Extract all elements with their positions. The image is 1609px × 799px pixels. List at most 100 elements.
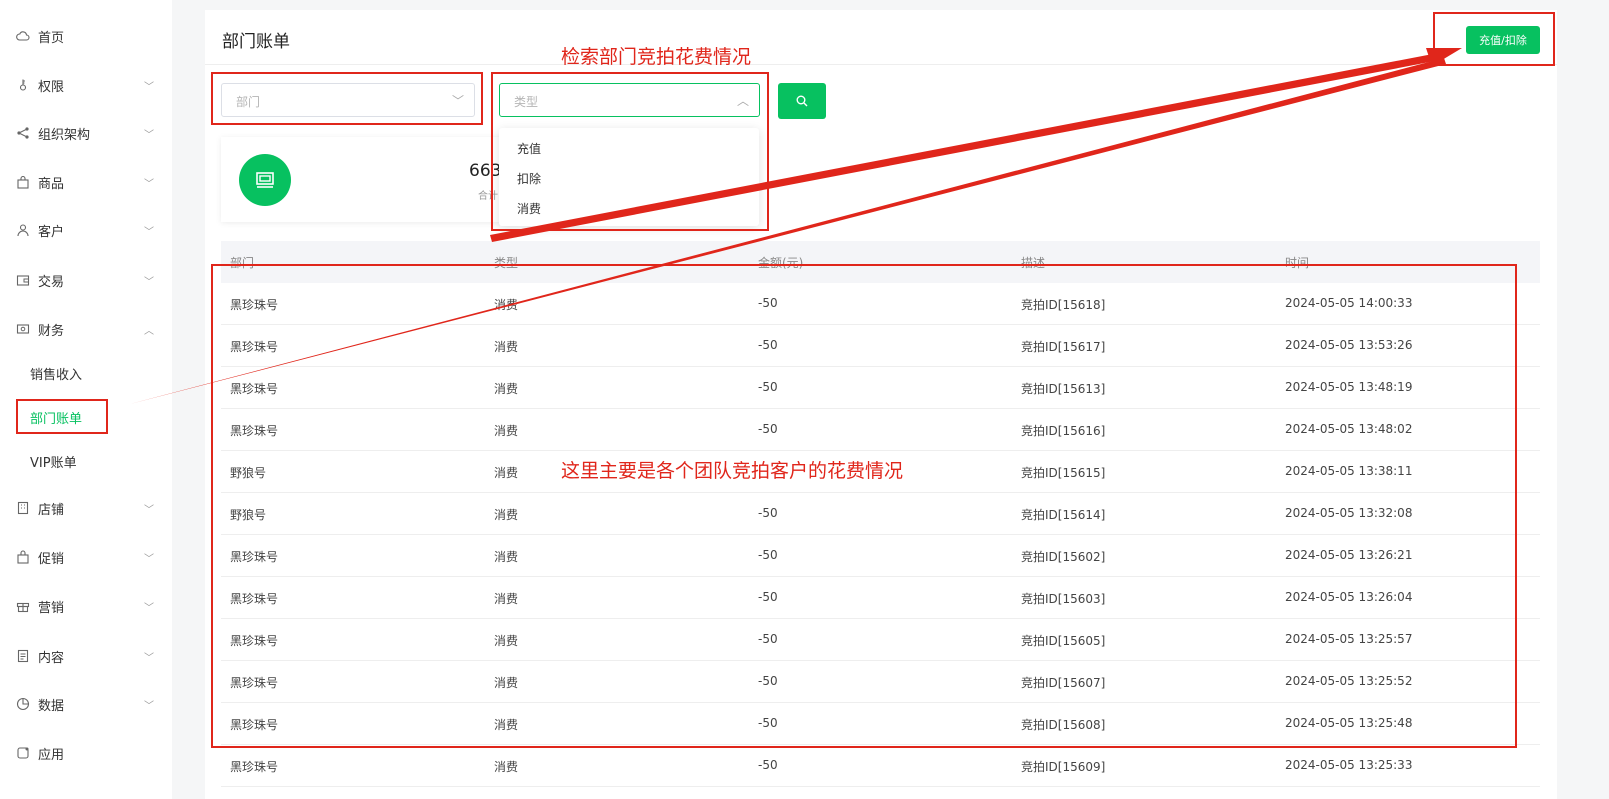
cell-time: 2024-05-05 13:25:33 bbox=[1285, 758, 1413, 772]
cell-time: 2024-05-05 13:48:02 bbox=[1285, 422, 1413, 436]
cell-amount: -50 bbox=[758, 632, 778, 646]
cell-description: 竞拍ID[15615] bbox=[1021, 466, 1106, 480]
user-icon bbox=[16, 223, 30, 237]
search-icon bbox=[796, 95, 808, 107]
sidebar-item-customers[interactable]: 客户 ﹀ bbox=[0, 210, 172, 250]
cell-amount: -50 bbox=[758, 338, 778, 352]
cell-type: 消费 bbox=[494, 298, 519, 312]
sidebar-subitem-sales-income[interactable]: 销售收入 bbox=[0, 355, 172, 391]
cell-type: 消费 bbox=[494, 718, 519, 732]
share-icon bbox=[16, 126, 30, 140]
sidebar-item-transactions[interactable]: 交易 ﹀ bbox=[0, 260, 172, 300]
column-header-type: 类型 bbox=[494, 256, 519, 270]
header-divider bbox=[205, 64, 1557, 65]
key-icon bbox=[16, 78, 30, 92]
cell-time: 2024-05-05 13:32:08 bbox=[1285, 506, 1413, 520]
cell-description: 竞拍ID[15602] bbox=[1021, 550, 1106, 564]
type-option-deduct[interactable]: 扣除 bbox=[517, 170, 541, 187]
department-select[interactable]: 部门 ﹀ bbox=[221, 83, 475, 117]
sidebar-item-finance[interactable]: 财务 ︿ bbox=[0, 309, 172, 349]
cell-type: 消费 bbox=[494, 508, 519, 522]
search-button[interactable] bbox=[778, 83, 826, 119]
cell-description: 竞拍ID[15614] bbox=[1021, 508, 1106, 522]
sidebar-item-home[interactable]: 首页 bbox=[0, 16, 172, 56]
chevron-up-icon: ︿ bbox=[144, 325, 154, 337]
wallet-icon bbox=[16, 273, 30, 287]
stat-label: 合计 bbox=[478, 191, 498, 202]
type-placeholder: 类型 bbox=[514, 95, 539, 109]
cell-amount: -50 bbox=[758, 422, 778, 436]
table-row: 黑珍珠号 消费 -50 竞拍ID[15603] 2024-05-05 13:26:04 bbox=[221, 577, 1540, 619]
sidebar-item-products[interactable]: 商品 ﹀ bbox=[0, 162, 172, 202]
gift-icon bbox=[16, 599, 30, 613]
building-icon bbox=[16, 501, 30, 515]
cloud-icon bbox=[16, 29, 30, 43]
page-title: 部门账单 bbox=[222, 32, 290, 52]
sidebar-subitem-department-bill[interactable]: 部门账单 bbox=[0, 399, 172, 435]
type-option-recharge[interactable]: 充值 bbox=[517, 140, 541, 157]
sidebar-item-label: 客户 bbox=[38, 224, 65, 240]
cell-type: 消费 bbox=[494, 382, 519, 396]
sidebar-item-label: 商品 bbox=[38, 176, 65, 192]
stat-value: 663 bbox=[469, 161, 502, 181]
cell-department: 野狼号 bbox=[230, 508, 267, 522]
sidebar-item-marketing[interactable]: 营销 ﹀ bbox=[0, 586, 172, 626]
recharge-deduct-button[interactable]: 充值/扣除 bbox=[1466, 26, 1540, 54]
cell-department: 黑珍珠号 bbox=[230, 550, 279, 564]
chevron-down-icon: ﹀ bbox=[144, 553, 154, 565]
cell-time: 2024-05-05 13:48:19 bbox=[1285, 380, 1413, 394]
sidebar-subitem-label: VIP账单 bbox=[30, 455, 77, 471]
cell-time: 2024-05-05 13:25:57 bbox=[1285, 632, 1413, 646]
cell-amount: -50 bbox=[758, 674, 778, 688]
type-option-consume[interactable]: 消费 bbox=[517, 200, 541, 217]
chevron-down-icon: ﹀ bbox=[144, 276, 154, 288]
chevron-down-icon: ﹀ bbox=[144, 700, 154, 712]
cell-description: 竞拍ID[15603] bbox=[1021, 592, 1106, 606]
cell-type: 消费 bbox=[494, 634, 519, 648]
cell-department: 黑珍珠号 bbox=[230, 340, 279, 354]
cell-description: 竞拍ID[15607] bbox=[1021, 676, 1106, 690]
cell-department: 黑珍珠号 bbox=[230, 676, 279, 690]
sidebar-subitem-label: 部门账单 bbox=[30, 411, 83, 427]
bag-icon bbox=[16, 175, 30, 189]
column-header-time: 时间 bbox=[1285, 256, 1310, 270]
sidebar-subitem-vip-bill[interactable]: VIP账单 bbox=[0, 443, 172, 479]
main-panel: 部门账单 充值/扣除 部门 ﹀ 类型 ︿ 663 合计 充值 扣除 消费 部门 … bbox=[205, 10, 1557, 799]
cell-description: 竞拍ID[15616] bbox=[1021, 424, 1106, 438]
chevron-down-icon: ﹀ bbox=[144, 652, 154, 664]
sidebar-item-label: 首页 bbox=[38, 30, 65, 46]
cell-time: 2024-05-05 13:26:21 bbox=[1285, 548, 1413, 562]
sidebar-item-label: 应用 bbox=[38, 747, 65, 763]
sidebar-item-label: 店铺 bbox=[38, 502, 65, 518]
cell-amount: -50 bbox=[758, 548, 778, 562]
column-header-amount: 金额(元) bbox=[758, 256, 804, 270]
sidebar-item-apps[interactable]: 应用 bbox=[0, 733, 172, 773]
cell-department: 野狼号 bbox=[230, 466, 267, 480]
money-icon bbox=[256, 172, 274, 188]
pie-chart-icon bbox=[16, 697, 30, 711]
table-row: 黑珍珠号 消费 -50 竞拍ID[15617] 2024-05-05 13:53:26 bbox=[221, 325, 1540, 367]
table-row: 黑珍珠号 消费 -50 竞拍ID[15602] 2024-05-05 13:26:21 bbox=[221, 535, 1540, 577]
sidebar-item-label: 组织架构 bbox=[38, 127, 91, 143]
document-icon bbox=[16, 649, 30, 663]
stat-icon-circle bbox=[239, 154, 291, 206]
money-icon bbox=[16, 322, 30, 336]
table-row: 黑珍珠号 消费 -50 竞拍ID[15609] 2024-05-05 13:25:33 bbox=[221, 745, 1540, 787]
type-dropdown-menu: 充值 扣除 消费 bbox=[499, 128, 759, 226]
sidebar-item-promotions[interactable]: 促销 ﹀ bbox=[0, 537, 172, 577]
table-row: 黑珍珠号 消费 -50 竞拍ID[15608] 2024-05-05 13:25:48 bbox=[221, 703, 1540, 745]
chevron-down-icon: ﹀ bbox=[144, 129, 154, 141]
cell-department: 黑珍珠号 bbox=[230, 298, 279, 312]
sidebar-item-content[interactable]: 内容 ﹀ bbox=[0, 636, 172, 676]
sidebar-item-permissions[interactable]: 权限 ﹀ bbox=[0, 65, 172, 105]
sidebar-item-data[interactable]: 数据 ﹀ bbox=[0, 684, 172, 724]
chevron-down-icon: ﹀ bbox=[144, 504, 154, 516]
type-select[interactable]: 类型 ︿ bbox=[499, 83, 760, 117]
cell-department: 黑珍珠号 bbox=[230, 382, 279, 396]
sidebar-item-organization[interactable]: 组织架构 ﹀ bbox=[0, 113, 172, 153]
cell-description: 竞拍ID[15609] bbox=[1021, 760, 1106, 774]
chevron-down-icon: ﹀ bbox=[144, 81, 154, 93]
cell-amount: -50 bbox=[758, 506, 778, 520]
sidebar-item-stores[interactable]: 店铺 ﹀ bbox=[0, 488, 172, 528]
cell-time: 2024-05-05 13:53:26 bbox=[1285, 338, 1413, 352]
